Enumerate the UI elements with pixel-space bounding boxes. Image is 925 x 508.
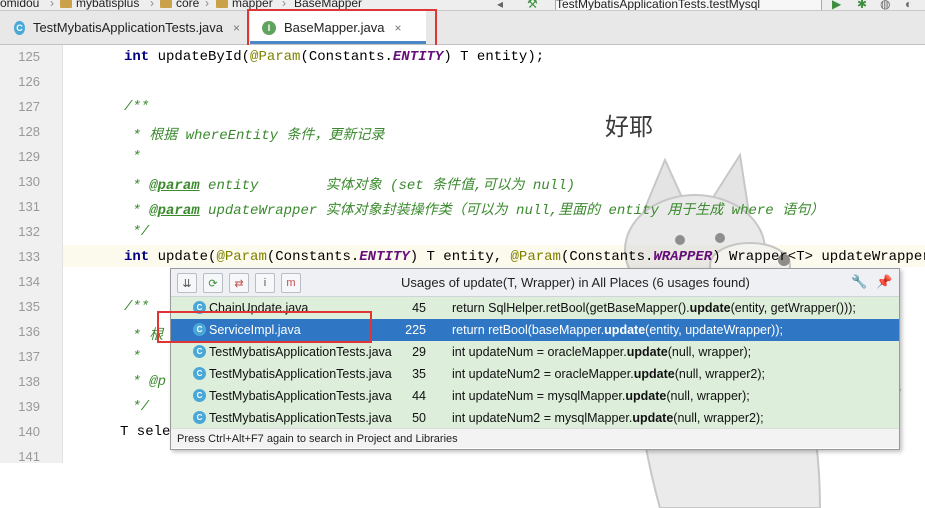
folder-icon	[60, 0, 72, 9]
line-number: 140	[18, 424, 40, 439]
code-line-129[interactable]: *	[124, 149, 140, 165]
breadcrumb: omidou › mybatisplus › core › mapper › B…	[0, 0, 925, 11]
breadcrumb-item[interactable]: core	[160, 0, 199, 10]
usages-popup-header: ⇊ ⟳ ⇄ i m Usages of update(T, Wrapper) i…	[171, 269, 899, 297]
code-line-138[interactable]: * @p	[124, 374, 166, 390]
info-icon[interactable]: i	[255, 273, 275, 293]
line-number-gutter: 125 126 127 128 129 130 131 132 133 134 …	[0, 45, 63, 464]
breadcrumb-separator: ›	[150, 0, 154, 10]
close-icon[interactable]: ×	[233, 21, 240, 35]
line-number: 125	[18, 49, 40, 64]
line-number: 135	[18, 299, 40, 314]
line-number: 133	[18, 249, 40, 264]
line-number: 134	[18, 274, 40, 289]
line-number: 130	[18, 174, 40, 189]
line-number: 127	[18, 99, 40, 114]
line-number: 139	[18, 399, 40, 414]
usages-popup[interactable]: ⇊ ⟳ ⇄ i m Usages of update(T, Wrapper) i…	[170, 268, 900, 450]
code-line-130[interactable]: * @param entity 实体对象 (set 条件值,可以为 null)	[124, 174, 575, 194]
pin-icon[interactable]: 📌	[876, 274, 892, 290]
back-arrow-icon[interactable]: ◂	[497, 0, 503, 10]
class-icon: C	[193, 389, 206, 402]
settings-wrench-icon[interactable]: 🔧	[851, 274, 867, 290]
line-number: 141	[18, 449, 40, 464]
line-number: 126	[18, 74, 40, 89]
code-line-137[interactable]: *	[124, 349, 140, 365]
line-number: 137	[18, 349, 40, 364]
line-number: 131	[18, 199, 40, 214]
build-hammer-icon[interactable]: ⚒	[527, 0, 538, 10]
class-icon: C	[193, 411, 206, 424]
code-line-139[interactable]: */	[124, 399, 149, 415]
class-icon: C	[14, 20, 25, 35]
usages-popup-footer: Press Ctrl+Alt+F7 again to search in Pro…	[171, 428, 899, 448]
line-number: 136	[18, 324, 40, 339]
annotation-highlight-box	[157, 311, 372, 343]
code-line-127[interactable]: /**	[124, 99, 149, 115]
usage-row[interactable]: C TestMybatisApplicationTests.java 44 in…	[171, 385, 899, 407]
usage-row[interactable]: C TestMybatisApplicationTests.java 35 in…	[171, 363, 899, 385]
coverage-icon[interactable]: ◍	[880, 0, 890, 10]
run-icon[interactable]: ▶	[832, 0, 841, 10]
class-icon: C	[193, 367, 206, 380]
run-configuration-select[interactable]: TestMybatisApplicationTests.testMysql	[555, 0, 822, 10]
breadcrumb-item[interactable]: omidou	[0, 0, 39, 10]
tab-label: TestMybatisApplicationTests.java	[32, 20, 223, 35]
merge-usages-icon[interactable]: ⇊	[177, 273, 197, 293]
class-icon: C	[193, 345, 206, 358]
code-line-131[interactable]: * @param updateWrapper 实体对象封装操作类（可以为 nul…	[124, 199, 824, 219]
line-number: 138	[18, 374, 40, 389]
code-line-140[interactable]: T sele	[120, 424, 170, 440]
code-line-133[interactable]: int update(@Param(Constants.ENTITY) T en…	[124, 249, 925, 265]
tab-test-mybatis-application-tests[interactable]: C TestMybatisApplicationTests.java ×	[0, 11, 240, 44]
code-line-125[interactable]: int updateById(@Param(Constants.ENTITY) …	[124, 49, 544, 65]
breadcrumb-separator: ›	[50, 0, 54, 10]
line-number: 132	[18, 224, 40, 239]
code-line-135[interactable]: /**	[124, 299, 149, 315]
method-filter-icon[interactable]: m	[281, 273, 301, 293]
folder-icon	[160, 0, 172, 9]
debug-icon[interactable]: ✱	[857, 0, 867, 10]
navigate-prev-icon[interactable]: ⇄	[229, 273, 249, 293]
profile-icon[interactable]: ◐	[905, 0, 912, 10]
breadcrumb-separator: ›	[205, 0, 209, 10]
line-number: 128	[18, 124, 40, 139]
line-number: 129	[18, 149, 40, 164]
breadcrumb-item[interactable]: mybatisplus	[60, 0, 139, 10]
editor-tab-bar: C TestMybatisApplicationTests.java × I B…	[0, 11, 925, 45]
usage-row[interactable]: C TestMybatisApplicationTests.java 50 in…	[171, 407, 899, 428]
navigate-next-icon[interactable]: ⟳	[203, 273, 223, 293]
usages-popup-title: Usages of update(T, Wrapper) in All Plac…	[401, 275, 750, 290]
mascot-caption: 好耶	[605, 113, 653, 141]
folder-icon	[216, 0, 228, 9]
code-line-128[interactable]: * 根据 whereEntity 条件，更新记录	[124, 124, 384, 144]
code-line-132[interactable]: */	[124, 224, 149, 240]
usage-row[interactable]: C TestMybatisApplicationTests.java 29 in…	[171, 341, 899, 363]
